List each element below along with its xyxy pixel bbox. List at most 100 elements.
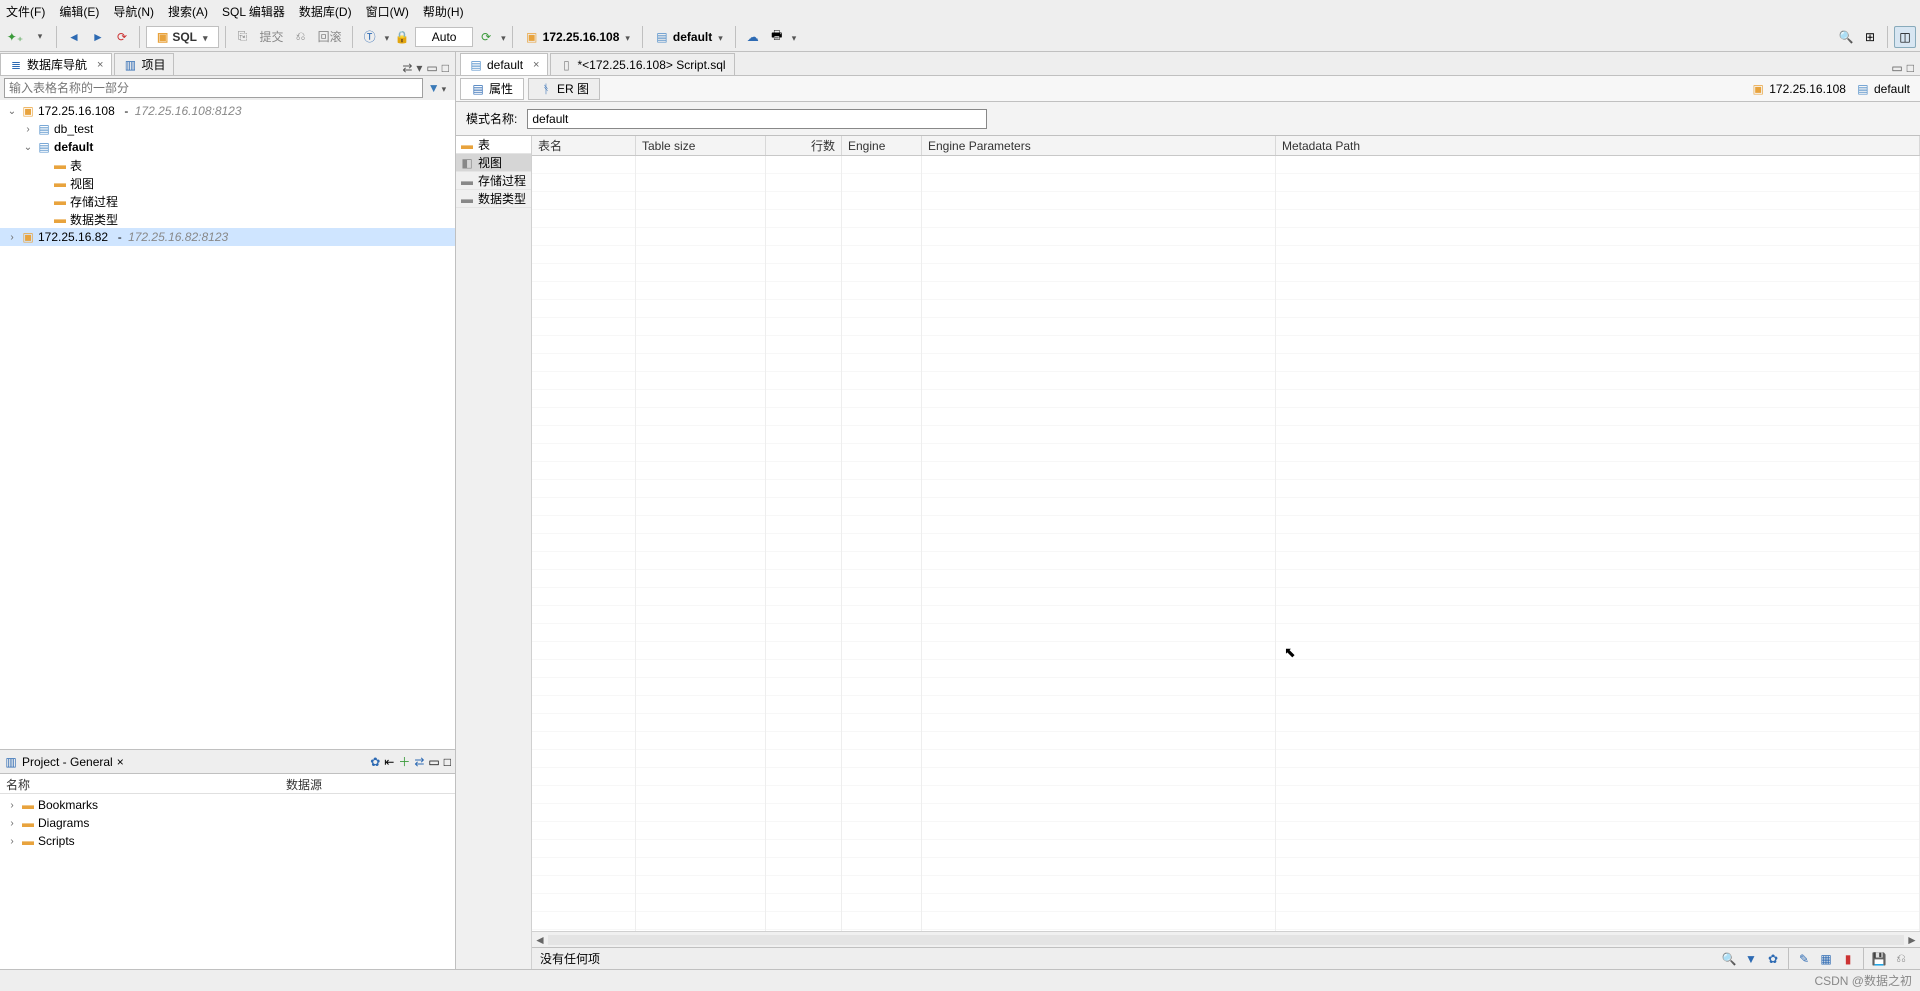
rollback-icon[interactable]: ⎌: [290, 26, 312, 48]
commit-mode-select[interactable]: Auto: [415, 27, 473, 47]
folder-icon: ▬: [460, 192, 474, 206]
editor-tab-default[interactable]: ▤default×: [460, 53, 548, 75]
project-col-name[interactable]: 名称: [0, 774, 280, 793]
cloud-icon[interactable]: ☁: [742, 26, 764, 48]
folder-icon: ▬: [460, 174, 474, 188]
tx-mode-icon[interactable]: Ⓣ: [359, 26, 381, 48]
commit-button[interactable]: 提交: [256, 26, 288, 48]
view-menu-icon[interactable]: ▾: [416, 61, 422, 75]
menu-sql-editor[interactable]: SQL 编辑器: [222, 3, 285, 20]
cat-views[interactable]: ◧视图: [456, 154, 531, 172]
refresh-icon[interactable]: ⟳: [475, 26, 497, 48]
grid-icon[interactable]: ▦: [1815, 948, 1837, 970]
commit-icon[interactable]: ⎘: [232, 26, 254, 48]
stop-icon[interactable]: ⟳: [111, 26, 133, 48]
menu-help[interactable]: 帮助(H): [423, 3, 464, 20]
tx-mode-dropdown[interactable]: [383, 30, 390, 44]
new-connection-icon[interactable]: ✦₊: [4, 26, 26, 48]
col-engine-params[interactable]: Engine Parameters: [922, 136, 1276, 155]
schema-selector[interactable]: ▤ default: [649, 26, 729, 48]
col-rows[interactable]: 行数: [766, 136, 842, 155]
maximize-icon[interactable]: □: [444, 755, 451, 769]
menu-bar: 文件(F) 编辑(E) 导航(N) 搜索(A) SQL 编辑器 数据库(D) 窗…: [0, 0, 1920, 22]
cat-types[interactable]: ▬数据类型: [456, 190, 531, 208]
settings-icon[interactable]: ✿: [370, 755, 380, 769]
table-grid-body[interactable]: ⬉: [532, 156, 1920, 931]
object-category-list[interactable]: ▬表 ◧视图 ▬存储过程 ▬数据类型: [456, 136, 532, 969]
close-icon[interactable]: ×: [97, 59, 103, 71]
link-icon[interactable]: ⇄: [414, 755, 424, 769]
database-icon: ▤: [37, 122, 51, 136]
refresh-dropdown[interactable]: [499, 30, 506, 44]
maximize-icon[interactable]: □: [442, 61, 449, 75]
collapse-icon[interactable]: ⇤: [384, 755, 394, 769]
search-toolbar-icon[interactable]: 🔍: [1835, 26, 1857, 48]
menu-navigate[interactable]: 导航(N): [113, 3, 154, 20]
scroll-left-icon[interactable]: ◄: [532, 933, 548, 947]
menu-database[interactable]: 数据库(D): [299, 3, 352, 20]
close-icon[interactable]: ×: [117, 755, 124, 769]
folder-icon: ▬: [53, 212, 67, 226]
folder-icon: ▬: [21, 798, 35, 812]
schema-name-input[interactable]: [527, 109, 987, 129]
filter-icon[interactable]: ▼: [423, 81, 451, 95]
add-icon[interactable]: ＋: [398, 753, 410, 770]
navigator-search-input[interactable]: [4, 78, 423, 98]
minimize-icon[interactable]: ▭: [1891, 61, 1902, 75]
properties-icon: ▤: [471, 82, 485, 96]
editor-tab-script[interactable]: ▯*<172.25.16.108> Script.sql: [550, 53, 734, 75]
cat-procedures[interactable]: ▬存储过程: [456, 172, 531, 190]
folder-icon: ▬: [53, 176, 67, 190]
subtab-properties[interactable]: ▤属性: [460, 78, 524, 100]
link-icon[interactable]: ⇄: [402, 61, 412, 75]
print-dropdown[interactable]: [790, 30, 797, 44]
folder-icon: ▬: [21, 816, 35, 830]
close-icon[interactable]: ×: [533, 59, 539, 71]
schema-icon: ▤: [655, 30, 669, 44]
col-table-name[interactable]: 表名: [532, 136, 636, 155]
maximize-icon[interactable]: □: [1907, 61, 1914, 75]
menu-file[interactable]: 文件(F): [6, 3, 45, 20]
menu-search[interactable]: 搜索(A): [168, 3, 208, 20]
col-engine[interactable]: Engine: [842, 136, 922, 155]
revert-icon[interactable]: ⎌: [1890, 948, 1912, 970]
forward-icon[interactable]: ►: [87, 26, 109, 48]
scroll-right-icon[interactable]: ►: [1904, 933, 1920, 947]
back-icon[interactable]: ◄: [63, 26, 85, 48]
connection-selector[interactable]: ▣ 172.25.16.108: [519, 26, 636, 48]
dbeaver-perspective-icon[interactable]: ◫: [1894, 26, 1916, 48]
settings-icon[interactable]: ✿: [1762, 948, 1784, 970]
main-toolbar: ✦₊ ◄ ► ⟳ ▣SQL ⎘ 提交 ⎌ 回滚 Ⓣ 🔒 Auto ⟳ ▣ 172…: [0, 22, 1920, 52]
tab-db-navigator[interactable]: ≣ 数据库导航×: [0, 53, 112, 75]
delete-icon[interactable]: ▮: [1837, 948, 1859, 970]
script-icon: ▯: [559, 58, 573, 72]
folder-icon: ▬: [53, 158, 67, 172]
cat-tables[interactable]: ▬表: [456, 136, 531, 154]
status-bar: CSDN @数据之初: [0, 969, 1920, 991]
db-navigator-tree[interactable]: ⌄▣172.25.16.108 - 172.25.16.108:8123 ›▤d…: [0, 100, 455, 749]
subtab-er-diagram[interactable]: ᚬER 图: [528, 78, 600, 100]
perspective-icon[interactable]: ⊞: [1859, 26, 1881, 48]
breadcrumb-connection[interactable]: ▣172.25.16.108: [1751, 82, 1846, 96]
project-col-datasource[interactable]: 数据源: [280, 774, 328, 793]
tab-projects[interactable]: ▥ 项目: [114, 53, 174, 75]
col-table-size[interactable]: Table size: [636, 136, 766, 155]
schema-icon: ▤: [469, 58, 483, 72]
minimize-icon[interactable]: ▭: [426, 61, 437, 75]
minimize-icon[interactable]: ▭: [428, 755, 439, 769]
print-icon[interactable]: 🖶: [766, 26, 788, 48]
horizontal-scrollbar[interactable]: ◄ ►: [532, 931, 1920, 947]
save-icon[interactable]: 💾: [1868, 948, 1890, 970]
filter-icon[interactable]: ▼: [1740, 948, 1762, 970]
menu-edit[interactable]: 编辑(E): [59, 3, 99, 20]
lock-icon[interactable]: 🔒: [391, 26, 413, 48]
edit-icon[interactable]: ✎: [1793, 948, 1815, 970]
rollback-button[interactable]: 回滚: [314, 26, 346, 48]
project-tree[interactable]: ›▬Bookmarks ›▬Diagrams ›▬Scripts: [0, 794, 455, 969]
col-metadata-path[interactable]: Metadata Path: [1276, 136, 1920, 155]
menu-window[interactable]: 窗口(W): [366, 3, 409, 20]
search-icon[interactable]: 🔍: [1718, 948, 1740, 970]
breadcrumb-schema[interactable]: ▤default: [1856, 82, 1910, 96]
sql-button[interactable]: ▣SQL: [146, 26, 219, 48]
new-connection-dropdown[interactable]: [28, 26, 50, 48]
